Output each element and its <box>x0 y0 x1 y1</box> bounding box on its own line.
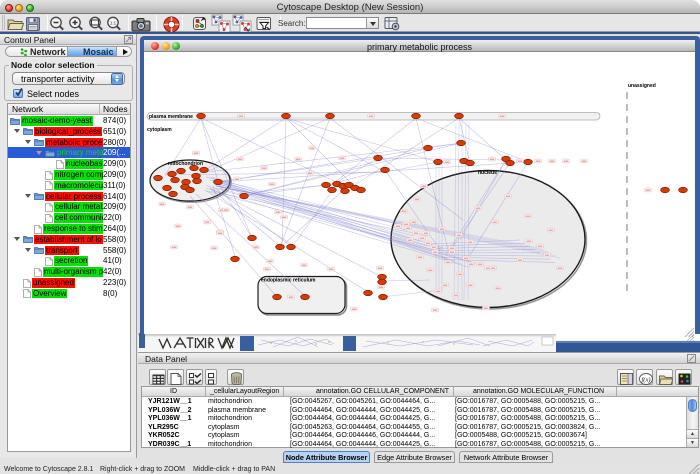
svg-text:f(x): f(x) <box>641 376 650 383</box>
svg-text:unassigned: unassigned <box>628 83 656 89</box>
svg-text:nucleus: nucleus <box>478 170 497 176</box>
svg-text:cytoplasm: cytoplasm <box>147 127 172 133</box>
svg-text:plasma membrane: plasma membrane <box>149 114 193 120</box>
svg-text:endoplasmic reticulum: endoplasmic reticulum <box>261 278 316 284</box>
svg-text:1:1: 1:1 <box>110 21 117 26</box>
svg-text:mitochondrion: mitochondrion <box>168 161 203 167</box>
